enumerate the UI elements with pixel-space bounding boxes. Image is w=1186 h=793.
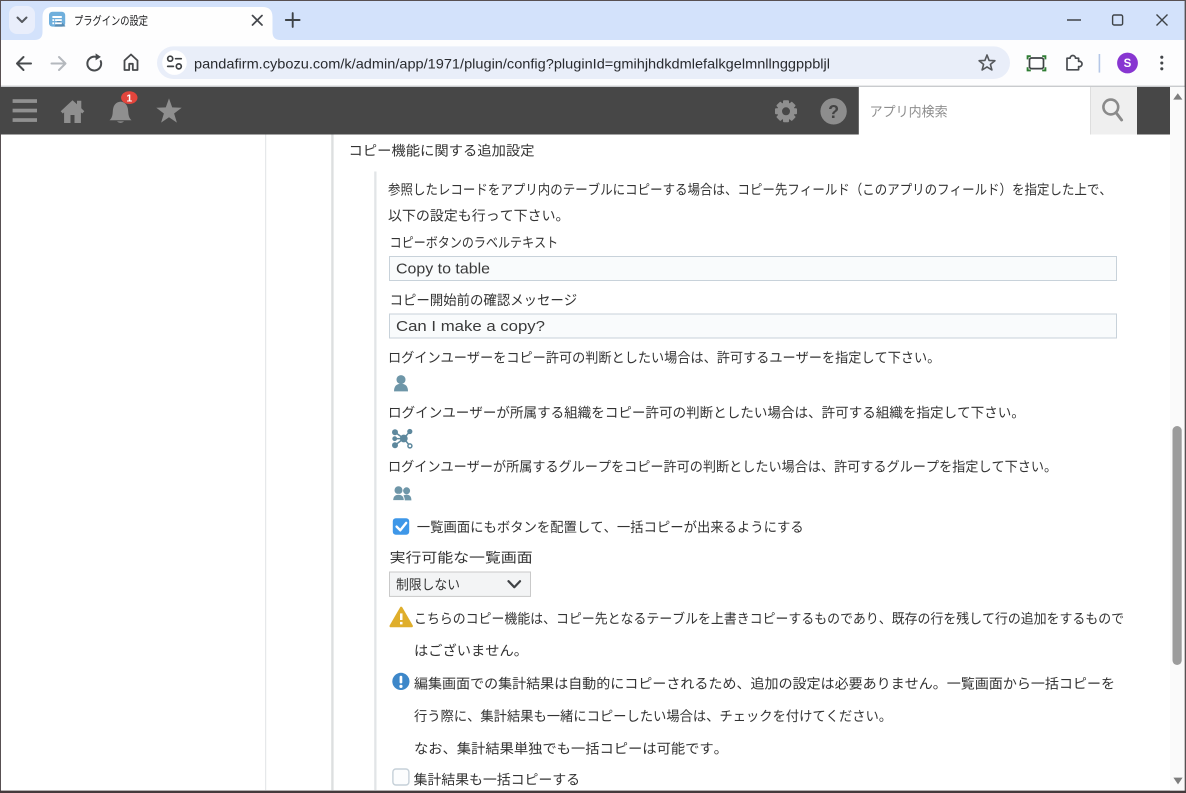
svg-text:S: S: [1124, 58, 1132, 70]
svg-text:Can I make a copy?: Can I make a copy?: [396, 318, 545, 335]
svg-text:Copy to table: Copy to table: [396, 261, 490, 278]
svg-text:1: 1: [126, 93, 132, 105]
svg-text:?: ?: [828, 102, 839, 122]
svg-text:pandafirm.cybozu.com/k/admin/a: pandafirm.cybozu.com/k/admin/app/1971/pl…: [194, 55, 830, 71]
